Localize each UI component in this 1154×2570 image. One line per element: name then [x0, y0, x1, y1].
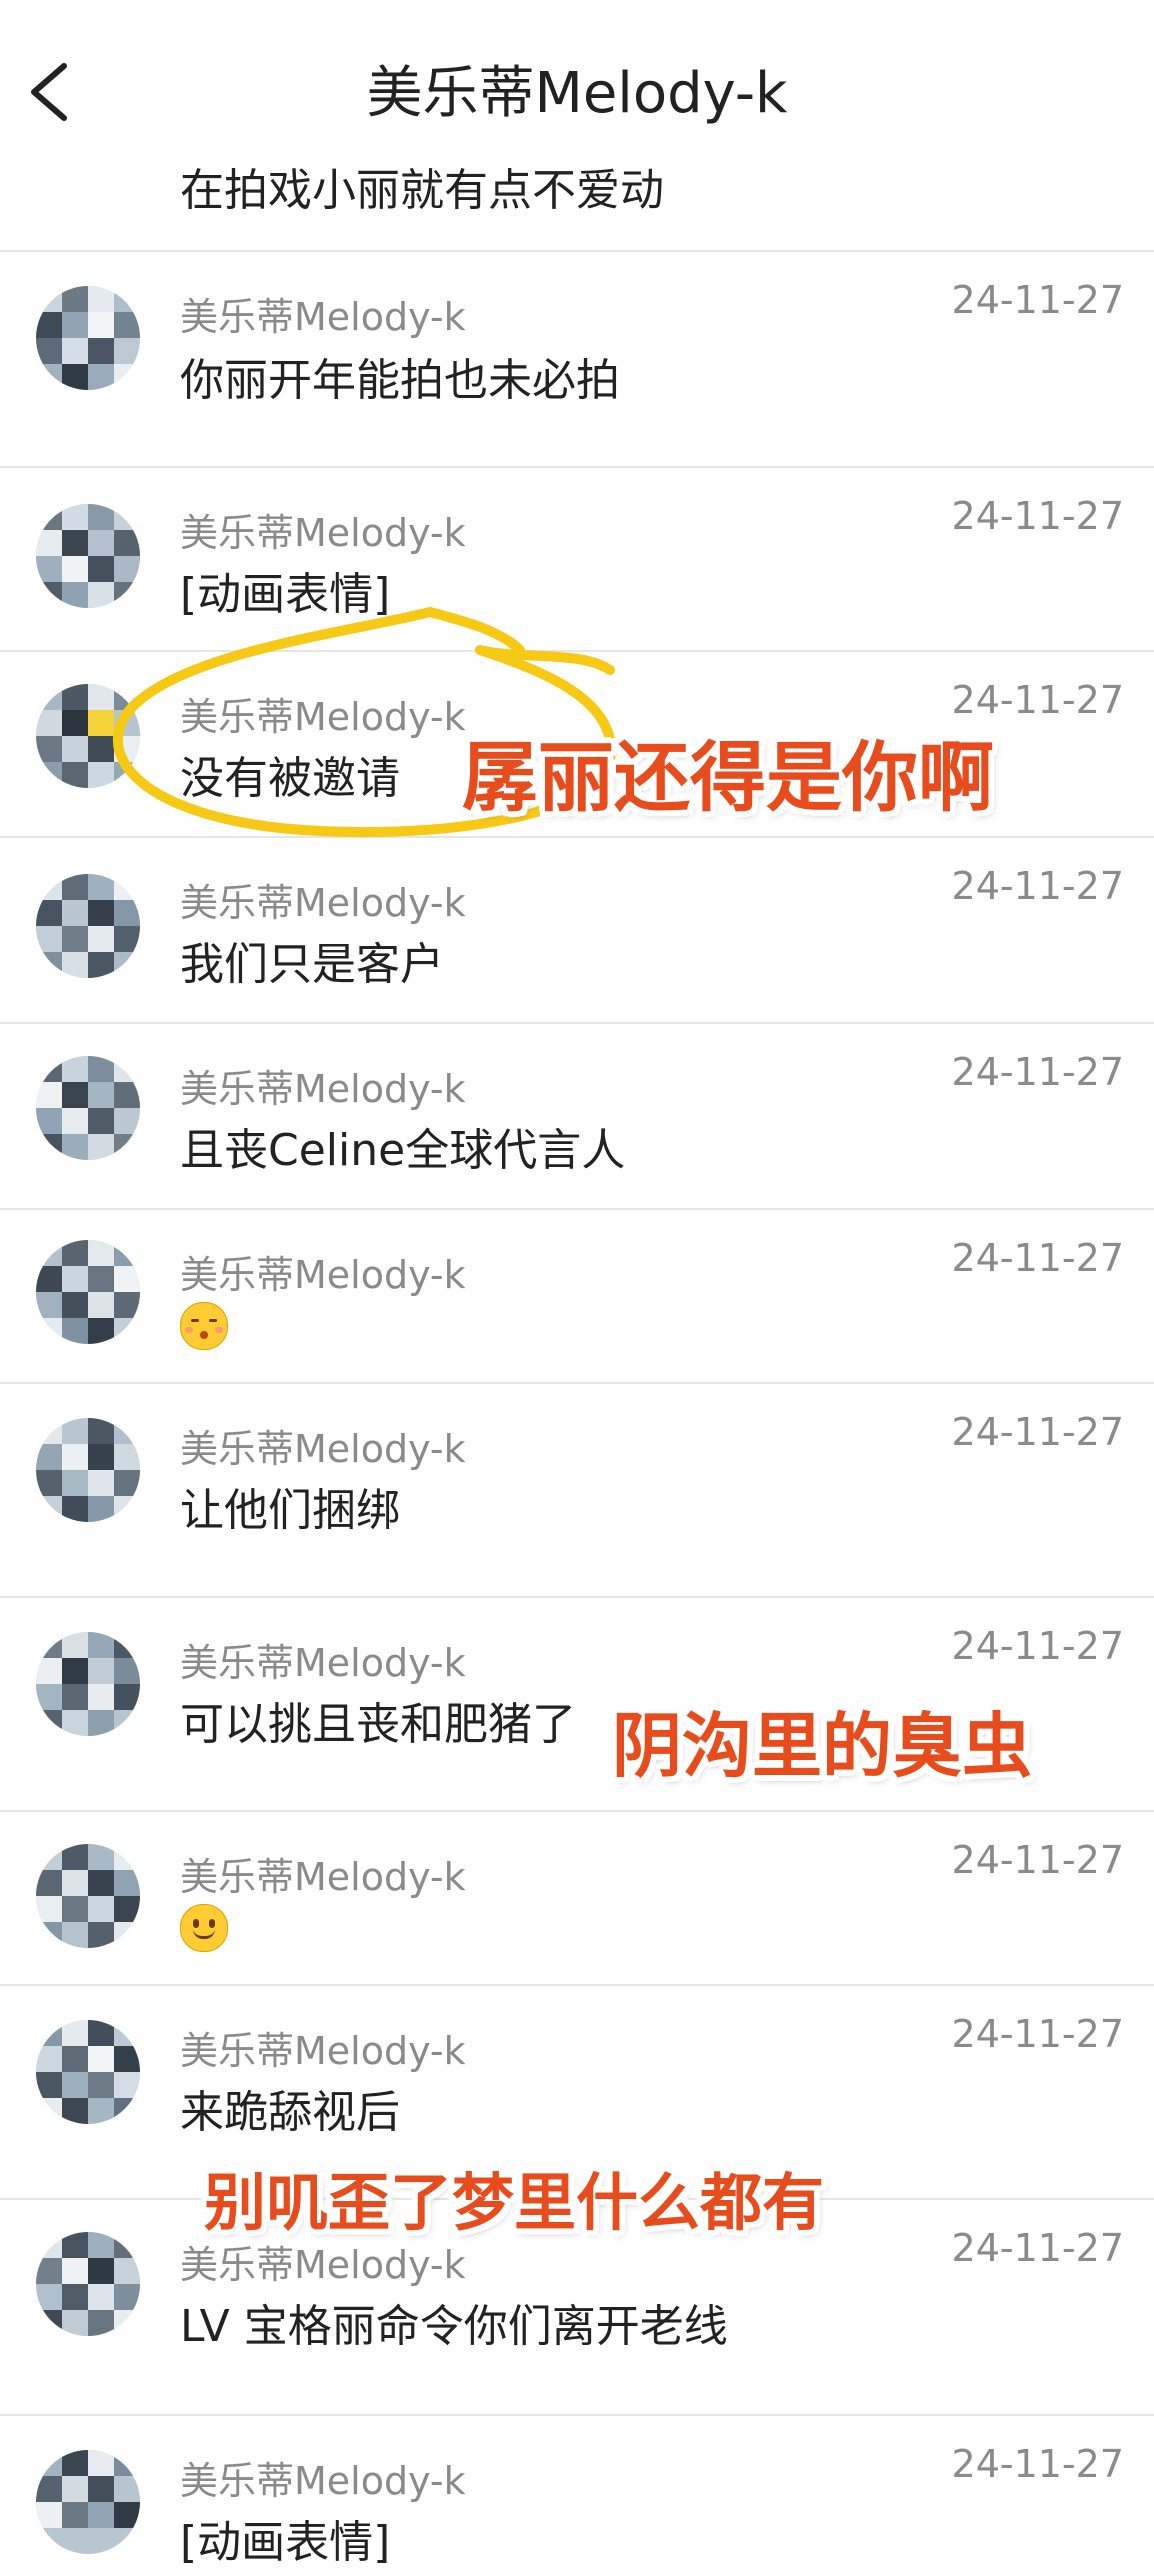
message-text: 且丧Celine全球代言人	[180, 1125, 626, 1176]
message-date: 24-11-27	[951, 2226, 1124, 2270]
kissing-face-emoji	[180, 1302, 228, 1350]
sender-name[interactable]: 美乐蒂Melody-k	[180, 1846, 466, 1901]
message-text: 来跪舔视后	[180, 2087, 400, 2138]
message-list: 在拍戏小丽就有点不爱动 美乐蒂Melody-k 24-11-27 你丽开年能拍也…	[0, 0, 1154, 2568]
list-item[interactable]: 美乐蒂Melody-k 24-11-27 且丧Celine全球代言人	[0, 1022, 1154, 1208]
avatar[interactable]	[36, 2450, 140, 2554]
avatar[interactable]	[36, 1418, 140, 1522]
message-text: 我们只是客户	[180, 939, 444, 990]
message-date: 24-11-27	[951, 1236, 1124, 1280]
list-item[interactable]: 美乐蒂Melody-k 24-11-27 [动画表情]	[0, 2414, 1154, 2568]
sender-name[interactable]: 美乐蒂Melody-k	[180, 502, 466, 557]
message-text: 你丽开年能拍也未必拍	[180, 355, 620, 406]
message-date: 24-11-27	[951, 2012, 1124, 2056]
avatar[interactable]	[36, 2232, 140, 2336]
slight-smile-emoji	[180, 1904, 228, 1952]
avatar[interactable]	[36, 1632, 140, 1736]
message-date: 24-11-27	[951, 1838, 1124, 1882]
message-date: 24-11-27	[951, 1050, 1124, 1094]
message-text: [动画表情]	[180, 2517, 391, 2568]
avatar[interactable]	[36, 1056, 140, 1160]
sender-name[interactable]: 美乐蒂Melody-k	[180, 1632, 466, 1687]
message-date: 24-11-27	[951, 494, 1124, 538]
avatar[interactable]	[36, 1240, 140, 1344]
message-date: 24-11-27	[951, 1624, 1124, 1668]
message-text: 可以挑且丧和肥猪了	[180, 1699, 576, 1750]
sender-name[interactable]: 美乐蒂Melody-k	[180, 1058, 466, 1113]
message-date: 24-11-27	[951, 278, 1124, 322]
annotation-caption: 孱丽还得是你啊	[462, 733, 994, 822]
list-item[interactable]: 美乐蒂Melody-k 24-11-27	[0, 1208, 1154, 1382]
list-item[interactable]: 美乐蒂Melody-k 24-11-27 你丽开年能拍也未必拍	[0, 250, 1154, 466]
message-date: 24-11-27	[951, 864, 1124, 908]
sender-name[interactable]: 美乐蒂Melody-k	[180, 1418, 466, 1473]
page-title: 美乐蒂Melody-k	[366, 61, 788, 126]
sender-name[interactable]: 美乐蒂Melody-k	[180, 1244, 466, 1299]
avatar[interactable]	[36, 2020, 140, 2124]
message-date: 24-11-27	[951, 2442, 1124, 2486]
annotation-caption: 阴沟里的臭虫	[612, 1704, 1032, 1787]
top-bar: 美乐蒂Melody-k	[0, 0, 1154, 165]
sender-name[interactable]: 美乐蒂Melody-k	[180, 2450, 466, 2505]
avatar[interactable]	[36, 874, 140, 978]
message-date: 24-11-27	[951, 1410, 1124, 1454]
list-item[interactable]: 美乐蒂Melody-k 24-11-27	[0, 1810, 1154, 1984]
sender-name[interactable]: 美乐蒂Melody-k	[180, 2234, 466, 2289]
annotation-caption: 别叽歪了梦里什么都有	[204, 2166, 825, 2239]
message-text: LV 宝格丽命令你们离开老线	[180, 2301, 728, 2352]
message-text: 让他们捆绑	[180, 1485, 400, 1536]
list-item[interactable]: 美乐蒂Melody-k 24-11-27 我们只是客户	[0, 836, 1154, 1022]
avatar[interactable]	[36, 1844, 140, 1948]
sender-name[interactable]: 美乐蒂Melody-k	[180, 872, 466, 927]
list-item[interactable]: 美乐蒂Melody-k 24-11-27 让他们捆绑	[0, 1382, 1154, 1596]
sender-name[interactable]: 美乐蒂Melody-k	[180, 286, 466, 341]
sender-name[interactable]: 美乐蒂Melody-k	[180, 2020, 466, 2075]
avatar[interactable]	[36, 286, 140, 390]
